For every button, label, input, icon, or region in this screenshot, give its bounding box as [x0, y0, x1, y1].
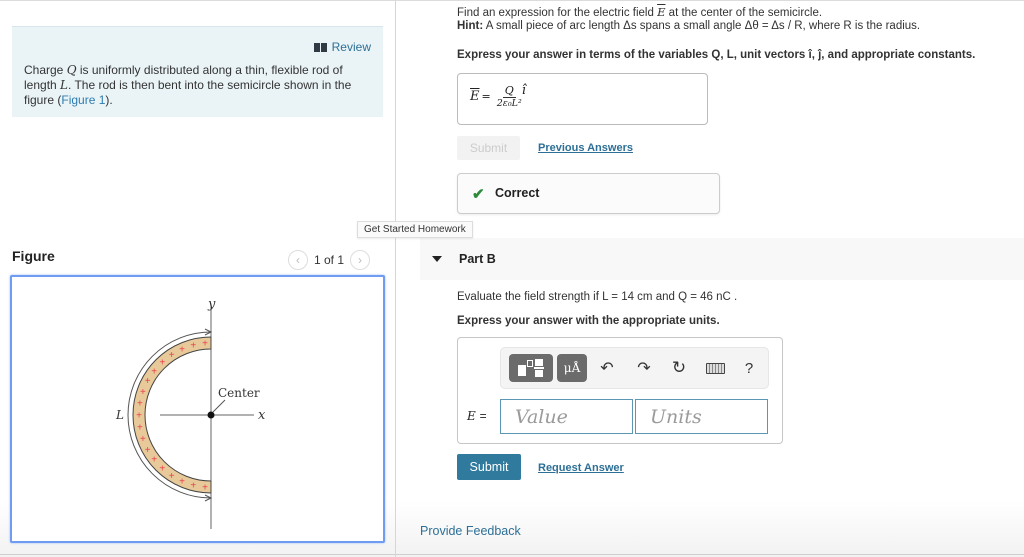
review-label: Review [331, 40, 371, 54]
charge-plus-marker: + [202, 482, 208, 493]
tooltip: Get Started Homework [357, 221, 473, 238]
chevron-right-icon[interactable]: › [350, 250, 371, 270]
charge-plus-marker: + [169, 350, 175, 361]
part-a-submit-button[interactable]: Submit [457, 136, 520, 160]
value-input[interactable] [500, 399, 633, 434]
intro-text-part: Charge [24, 63, 67, 77]
templates-icon[interactable] [509, 354, 553, 382]
part-a-prompt: Find an expression for the electric fiel… [457, 5, 822, 19]
var-l: L [60, 78, 68, 92]
field-var: E [467, 409, 476, 423]
charge-plus-marker: + [137, 399, 143, 410]
pager-label: 1 of 1 [314, 253, 345, 267]
figure-pager: ‹ 1 of 1 › [288, 250, 371, 270]
fraction-denominator: 2ε₀L² [496, 98, 522, 109]
charge-plus-marker: + [137, 422, 143, 433]
part-b-instruction: Express your answer with the appropriate… [457, 315, 720, 327]
part-a-answer-box: E = Q 2ε₀L² î [457, 73, 708, 125]
charge-plus-marker: + [145, 376, 151, 387]
figure-frame: + + + + + + + + + + + + + + + + + + + Center y x L [10, 275, 385, 543]
request-answer-link[interactable]: Request Answer [538, 462, 624, 474]
math-toolbar: μÅ ↶ ↷ ↻ ? [500, 347, 769, 389]
length-label: L [115, 408, 124, 422]
charge-plus-marker: + [140, 387, 146, 398]
charge-plus-marker: + [159, 463, 165, 474]
redo-icon[interactable]: ↷ [634, 354, 654, 382]
correct-label: Correct [495, 186, 540, 200]
undo-icon[interactable]: ↶ [597, 354, 617, 382]
charge-plus-marker: + [179, 476, 185, 487]
fraction-numerator: Q [502, 84, 516, 98]
unit-vector-i: î [521, 83, 526, 98]
previous-answers-link[interactable]: Previous Answers [538, 142, 633, 154]
charge-plus-marker: + [145, 445, 151, 456]
hint-text: A small piece of arc length Δs spans a s… [483, 20, 921, 32]
intro-text: Charge Q is uniformly distributed along … [24, 63, 369, 108]
answer-lhs: E [470, 89, 480, 104]
y-label: y [207, 297, 216, 312]
help-icon[interactable]: ? [739, 354, 759, 382]
part-b-title[interactable]: Part B [459, 252, 496, 266]
provide-feedback-link[interactable]: Provide Feedback [420, 524, 521, 538]
top-rule [0, 0, 1024, 1]
checkmark-icon: ✔ [472, 186, 485, 203]
charge-plus-marker: + [136, 411, 142, 422]
charge-plus-marker: + [202, 339, 208, 350]
collapse-triangle-icon[interactable] [432, 256, 442, 262]
charge-plus-marker: + [190, 480, 196, 491]
part-a-hint: Hint: A small piece of arc length Δs spa… [457, 20, 920, 32]
keyboard-icon[interactable] [703, 354, 727, 382]
charge-plus-marker: + [179, 345, 185, 356]
center-point [207, 411, 215, 419]
charge-plus-marker: + [169, 471, 175, 482]
field-label: E = [467, 409, 487, 423]
units-input[interactable] [635, 399, 768, 434]
answer-eq: = [481, 90, 491, 103]
figure-link[interactable]: Figure 1 [61, 93, 105, 107]
prompt-text: Find an expression for the electric fiel… [457, 7, 658, 19]
review-link[interactable]: Review [313, 40, 371, 54]
charge-plus-marker: + [140, 434, 146, 445]
prompt-text: at the center of the semicircle. [665, 7, 823, 19]
charge-plus-marker: + [151, 366, 157, 377]
problem-intro: Review Charge Q is uniformly distributed… [12, 26, 383, 117]
units-button[interactable]: μÅ [557, 354, 587, 382]
center-leader [212, 399, 226, 413]
semicircle-figure: +++++++++++++++++ + + Center y x L [115, 297, 266, 529]
charge-plus-marker: + [151, 455, 157, 466]
intro-text-part: ). [105, 93, 113, 107]
x-label: x [258, 408, 266, 423]
part-b-prompt: Evaluate the field strength if L = 14 cm… [457, 291, 738, 303]
part-a-instruction: Express your answer in terms of the vari… [457, 49, 976, 61]
correct-feedback: ✔ Correct [457, 173, 720, 214]
charge-plus-marker: + [159, 358, 165, 369]
part-b-submit-button[interactable]: Submit [457, 454, 521, 480]
answer-formula: E = Q 2ε₀L² î [470, 83, 526, 109]
answer-fraction: Q 2ε₀L² [497, 84, 522, 109]
figure-title: Figure [12, 248, 55, 264]
part-b-header[interactable] [420, 238, 1024, 280]
var-q: Q [66, 63, 77, 77]
field-eq: = [479, 409, 487, 423]
book-icon [313, 42, 327, 52]
chevron-left-icon[interactable]: ‹ [288, 250, 308, 270]
charge-plus-marker: + [190, 341, 196, 352]
bottom-rule [0, 554, 1024, 555]
center-label: Center [218, 386, 260, 400]
reset-icon[interactable]: ↻ [669, 354, 689, 382]
panel-divider [395, 0, 396, 557]
hint-label: Hint: [457, 20, 484, 32]
